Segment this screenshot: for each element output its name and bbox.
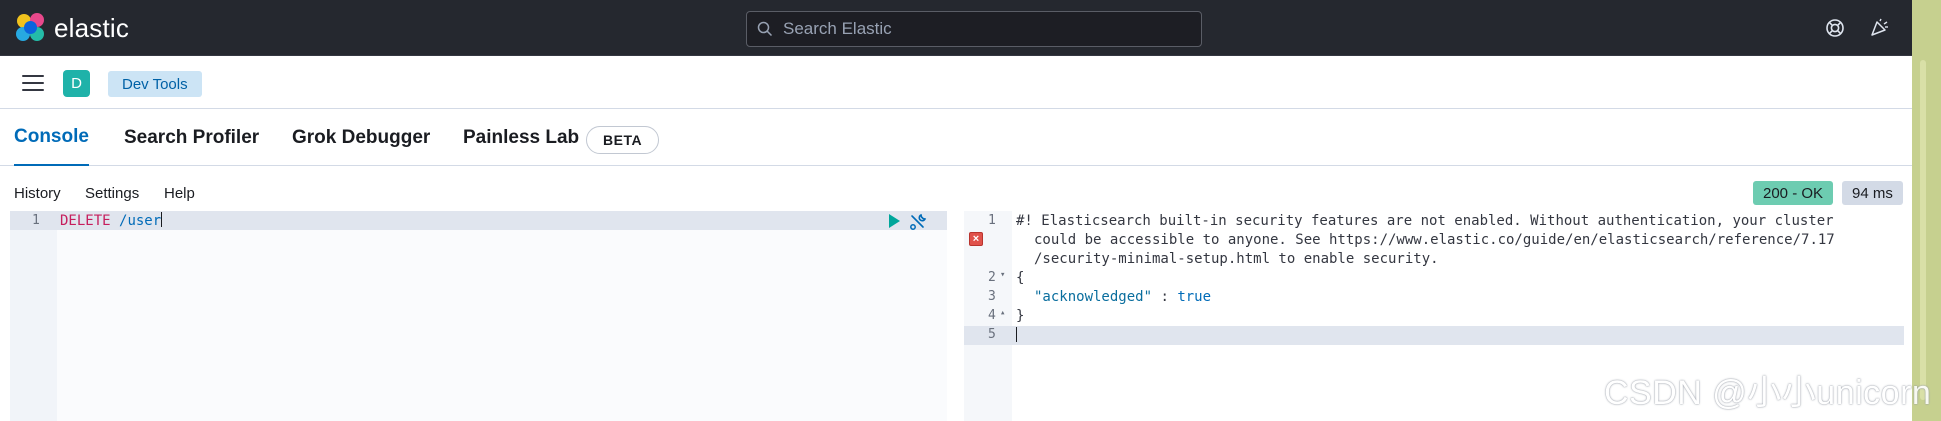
- line-number: 4: [988, 308, 996, 323]
- security-warning-line: /security-minimal-setup.html to enable s…: [1034, 251, 1439, 267]
- json-separator: :: [1152, 289, 1178, 305]
- line-number: 1: [32, 213, 40, 228]
- space-avatar[interactable]: D: [63, 70, 90, 97]
- scrollbar-thumb[interactable]: [1920, 60, 1926, 400]
- fold-up-icon[interactable]: ▴: [1000, 308, 1005, 318]
- text-cursor: [161, 212, 163, 227]
- brand-name: elastic: [54, 12, 130, 43]
- history-link[interactable]: History: [14, 185, 61, 202]
- json-open-brace: {: [1016, 270, 1025, 286]
- search-input[interactable]: [783, 19, 1183, 39]
- settings-link[interactable]: Settings: [85, 185, 139, 202]
- news-feed-button[interactable]: [1867, 16, 1891, 40]
- app-header: D Dev Tools: [0, 57, 1912, 109]
- line-number: 1: [988, 213, 996, 228]
- tab-grok-debugger[interactable]: Grok Debugger: [292, 110, 430, 166]
- menu-toggle-button[interactable]: [20, 73, 46, 93]
- line-number: 5: [988, 327, 996, 342]
- security-warning-line: #! Elasticsearch built-in security featu…: [1016, 213, 1834, 229]
- security-warning-line: could be accessible to anyone. See https…: [1034, 232, 1835, 248]
- top-navigation-bar: elastic: [0, 0, 1912, 56]
- hamburger-icon-bar: [22, 89, 44, 91]
- status-code-badge: 200 - OK: [1753, 181, 1834, 205]
- help-link[interactable]: Help: [164, 185, 195, 202]
- fold-down-icon[interactable]: ▾: [1000, 270, 1005, 280]
- console-menu: History Settings Help 200 - OK 94 ms: [0, 179, 1912, 209]
- dev-tools-tabs: Console Search Profiler Grok Debugger Pa…: [0, 110, 1912, 166]
- json-field: "acknowledged" : true: [1034, 289, 1211, 305]
- tab-console[interactable]: Console: [14, 110, 89, 166]
- play-icon[interactable]: [886, 212, 902, 230]
- line-number: 3: [988, 289, 996, 304]
- tab-painless-lab[interactable]: Painless Lab: [463, 110, 579, 166]
- help-menu-button[interactable]: [1823, 16, 1847, 40]
- active-line-highlight: [964, 326, 1904, 345]
- window-scrollbar[interactable]: [1912, 0, 1941, 421]
- request-editor[interactable]: 1 DELETE /user: [10, 211, 947, 421]
- json-close-brace: }: [1016, 308, 1025, 324]
- beta-badge: BETA: [586, 126, 660, 154]
- text-cursor: [1016, 327, 1017, 342]
- breadcrumb[interactable]: Dev Tools: [108, 71, 202, 97]
- pane-resizer[interactable]: [955, 211, 963, 421]
- elastic-home-link[interactable]: elastic: [16, 13, 129, 43]
- warning-x-icon: ×: [969, 232, 983, 246]
- elastic-logo-icon: [16, 13, 46, 43]
- megaphone-icon: [1871, 18, 1888, 36]
- request-time-badge: 94 ms: [1842, 181, 1903, 205]
- wrench-icon[interactable]: [908, 212, 928, 232]
- hamburger-icon: [22, 75, 44, 77]
- lifebuoy-icon: [1826, 19, 1844, 37]
- tab-search-profiler[interactable]: Search Profiler: [124, 110, 259, 166]
- json-key: "acknowledged": [1034, 289, 1153, 305]
- request-gutter: [10, 211, 57, 421]
- hamburger-icon-bar: [22, 82, 44, 84]
- output-cursor-line: [1016, 327, 1017, 344]
- json-value: true: [1177, 289, 1212, 305]
- request-path: /user: [119, 213, 162, 229]
- global-search[interactable]: [746, 11, 1202, 47]
- request-line[interactable]: DELETE /user: [60, 212, 163, 229]
- watermark: CSDN @小小unicorn: [1604, 374, 1932, 412]
- search-icon: [757, 21, 773, 37]
- line-number: 2: [988, 270, 996, 285]
- request-method: DELETE: [60, 213, 111, 229]
